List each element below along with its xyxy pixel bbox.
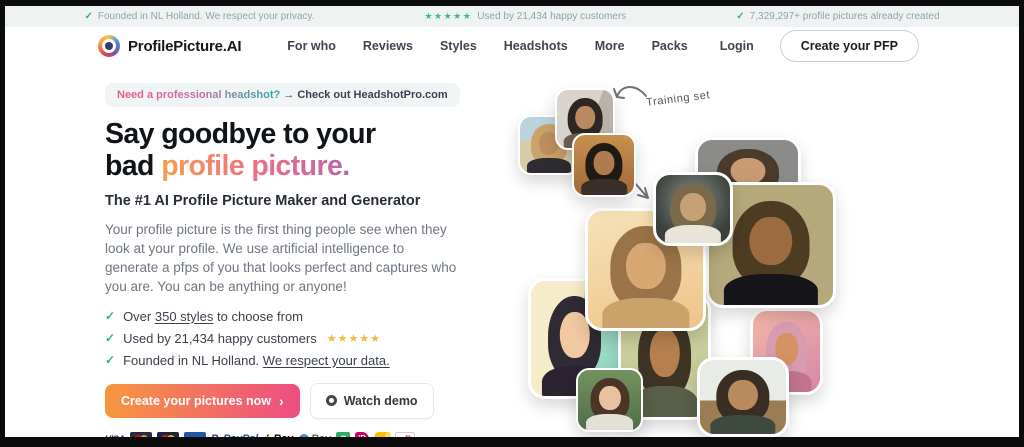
paypal-wordmark: PayPal: [223, 432, 258, 437]
play-icon: [325, 395, 337, 407]
checklist-text: Founded in NL Holland. We respect your d…: [123, 352, 390, 368]
chevron-right-icon: ›: [279, 392, 284, 409]
payment-methods: VISA P PayPal Pay Pay G iD gP: [105, 431, 461, 437]
checklist-item-privacy: ✓ Founded in NL Holland. We respect your…: [105, 353, 461, 368]
logo-icon[interactable]: [98, 35, 120, 57]
google-pay-icon: Pay: [298, 432, 331, 437]
result-portrait-anime2: [576, 368, 643, 432]
cta-row: Create your pictures now › Watch demo: [105, 382, 461, 419]
data-policy-link[interactable]: We respect your data.: [263, 353, 390, 368]
giropay-icon: gP: [395, 431, 416, 437]
result-portrait-fantasy: [653, 172, 733, 246]
checklist-text: Used by 21,434 happy customers: [123, 330, 317, 346]
announcement-text: Used by 21,434 happy customers: [477, 11, 627, 22]
mastercard-icon: [129, 431, 152, 437]
checklist-item-styles: ✓ Over 350 styles to choose from: [105, 309, 461, 324]
green-pay-icon: G: [336, 431, 351, 437]
title-line2-plain: bad: [105, 150, 162, 183]
title-line1: Say goodbye to your: [105, 118, 376, 150]
announcement-pictures-created: ✓ 7,329,297+ profile pictures already cr…: [736, 11, 939, 22]
feature-checklist: ✓ Over 350 styles to choose from ✓ Used …: [105, 309, 461, 368]
check-icon: ✓: [736, 11, 745, 22]
checklist-text: Over 350 styles to choose from: [123, 308, 304, 324]
nav-item-styles[interactable]: Styles: [440, 39, 477, 53]
announcement-text: Founded in NL Holland. We respect your p…: [97, 11, 315, 22]
checklist-item-customers: ✓ Used by 21,434 happy customers ★★★★★: [105, 331, 461, 346]
brand-name[interactable]: ProfilePicture.AI: [128, 38, 241, 55]
main-nav: ProfilePicture.AI For who Reviews Styles…: [5, 27, 1019, 65]
hero-content: Need a professional headshot? → Check ou…: [105, 83, 461, 437]
amex-icon: [183, 431, 206, 437]
page-title: Say goodbye to your bad profile picture.: [105, 118, 461, 183]
browser-frame: ✓ Founded in NL Holland. We respect your…: [0, 0, 1024, 447]
demo-label: Watch demo: [343, 393, 418, 408]
nav-menu: For who Reviews Styles Headshots More Pa…: [287, 39, 687, 53]
watch-demo-button[interactable]: Watch demo: [309, 382, 434, 419]
portrait-collage: Training set: [510, 76, 930, 437]
bancontact-icon: [372, 431, 392, 437]
apple-logo-icon: [264, 434, 271, 437]
curved-arrow-icon: [616, 86, 647, 98]
result-photo-cafe: [697, 357, 789, 437]
ideal-icon: iD: [355, 431, 370, 437]
announcement-customers: ★★★★★ Used by 21,434 happy customers: [424, 11, 626, 22]
paypal-logo-icon: P: [211, 432, 218, 437]
title-line2-gradient: profile picture.: [161, 150, 350, 183]
check-icon: ✓: [84, 11, 93, 22]
training-photo-market: [572, 133, 636, 197]
check-icon: ✓: [105, 331, 116, 346]
visa-icon: VISA: [105, 432, 125, 437]
star-rating-icon: ★★★★★: [424, 11, 473, 21]
announcement-text: 7,329,297+ profile pictures already crea…: [749, 11, 940, 22]
announcement-bar: ✓ Founded in NL Holland. We respect your…: [5, 6, 1019, 27]
headshotpro-banner[interactable]: Need a professional headshot? → Check ou…: [105, 83, 460, 107]
apple-pay-icon: Pay: [263, 432, 294, 437]
training-set-label: Training set: [645, 89, 711, 109]
nav-item-reviews[interactable]: Reviews: [363, 39, 413, 53]
cta-label: Create your pictures now: [121, 393, 272, 408]
create-pfp-button[interactable]: Create your PFP: [779, 30, 919, 62]
star-rating-icon: ★★★★★: [326, 332, 382, 345]
banner-rest: → Check out HeadshotPro.com: [280, 89, 448, 101]
banner-highlight: Need a professional headshot?: [117, 89, 281, 101]
description: Your profile picture is the first thing …: [105, 221, 457, 295]
check-icon: ✓: [105, 309, 116, 324]
maestro-icon: [156, 431, 179, 437]
subtitle: The #1 AI Profile Picture Maker and Gene…: [105, 192, 421, 209]
nav-item-for-who[interactable]: For who: [287, 39, 336, 53]
announcement-privacy: ✓ Founded in NL Holland. We respect your…: [84, 11, 314, 22]
nav-item-headshots[interactable]: Headshots: [504, 39, 568, 53]
landing-page: ✓ Founded in NL Holland. We respect your…: [5, 6, 1019, 437]
nav-item-packs[interactable]: Packs: [652, 39, 688, 53]
check-icon: ✓: [105, 353, 116, 368]
login-link[interactable]: Login: [720, 39, 754, 53]
google-g-icon: [298, 433, 309, 437]
nav-right: Login Create your PFP: [720, 30, 919, 62]
nav-item-more[interactable]: More: [595, 39, 625, 53]
create-pictures-button[interactable]: Create your pictures now ›: [105, 383, 300, 418]
styles-link[interactable]: 350 styles: [155, 309, 214, 324]
